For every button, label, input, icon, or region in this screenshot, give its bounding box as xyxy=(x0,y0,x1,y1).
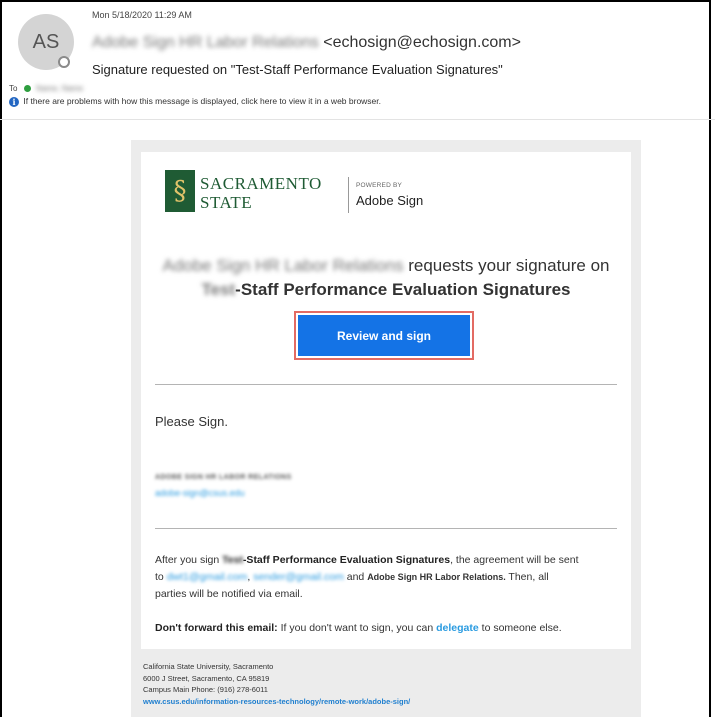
logo-line1: SACRAMENTO xyxy=(200,174,322,193)
signer-name: ADOBE SIGN HR LABOR RELATIONS xyxy=(155,474,292,481)
after-doc-prefix: Test xyxy=(222,554,243,566)
sender-row[interactable]: Adobe Sign HR Labor Relations <echosign@… xyxy=(92,34,521,52)
to-label: To xyxy=(9,84,18,93)
after-text: to xyxy=(155,571,167,583)
doc-rest: -Staff Performance Evaluation Signatures xyxy=(235,280,571,299)
footer-line: Campus Main Phone: (916) 278-6011 xyxy=(143,685,268,694)
logo-divider xyxy=(348,177,349,213)
email-subject: Signature requested on "Test-Staff Perfo… xyxy=(92,62,503,77)
after-text: and xyxy=(343,571,368,583)
email-footer: California State University, Sacramento … xyxy=(143,661,410,707)
message-text: Please Sign. xyxy=(155,414,228,429)
recipient-email-link[interactable]: dwt1@gmail.com xyxy=(167,569,248,586)
forward-text: If you don't want to sign, you can xyxy=(277,622,437,634)
review-and-sign-button[interactable]: Review and sign xyxy=(298,315,470,356)
after-doc-rest: -Staff Performance Evaluation Signatures xyxy=(242,554,451,566)
doc-prefix: Test xyxy=(201,280,236,299)
footer-link[interactable]: www.csus.edu/information-resources-techn… xyxy=(143,696,410,708)
sender-name[interactable]: Adobe Sign HR Labor Relations xyxy=(92,34,319,52)
email-date: Mon 5/18/2020 11:29 AM xyxy=(92,10,192,20)
info-icon: i xyxy=(9,96,19,107)
logo-line2: STATE xyxy=(200,193,253,212)
divider xyxy=(155,384,617,385)
footer-line: 6000 J Street, Sacramento, CA 95819 xyxy=(143,673,270,683)
after-text: parties will be notified via email. xyxy=(155,588,303,600)
header-divider xyxy=(0,119,715,120)
forward-notice: Don't forward this email: If you don't w… xyxy=(155,622,562,634)
sender-email[interactable]: <echosign@echosign.com> xyxy=(323,34,521,51)
recipient-email-link[interactable]: sender@gmail.com xyxy=(253,569,344,586)
delegate-link[interactable]: delegate xyxy=(436,622,479,634)
document-title: Test-Staff Performance Evaluation Signat… xyxy=(141,280,631,300)
sacramento-state-logo-icon: § xyxy=(165,170,195,212)
forward-bold: Don't forward this email: xyxy=(155,622,278,634)
divider xyxy=(155,528,617,529)
footer-line: California State University, Sacramento xyxy=(143,662,274,671)
info-bar[interactable]: i If there are problems with how this me… xyxy=(9,96,381,107)
to-recipient[interactable]: Name, Name xyxy=(36,84,83,93)
recipient-status-icon xyxy=(23,85,31,93)
after-text: After you sign xyxy=(155,554,223,566)
requester-name: Adobe Sign HR Labor Relations xyxy=(162,256,404,275)
after-text: Then, all xyxy=(505,571,549,583)
signer-email-link[interactable]: adobe-sign@csus.edu xyxy=(155,488,245,498)
info-text[interactable]: If there are problems with how this mess… xyxy=(23,96,381,106)
agreement-info: After you sign Test-Staff Performance Ev… xyxy=(155,554,579,600)
powered-by-label: POWERED BY xyxy=(356,182,403,189)
to-row: To Name, Name xyxy=(9,84,83,93)
request-line: Adobe Sign HR Labor Relations requests y… xyxy=(141,256,631,276)
forward-end: to someone else. xyxy=(478,622,562,634)
after-party: Adobe Sign HR Labor Relations. xyxy=(367,572,506,582)
after-text: , the agreement will be sent xyxy=(450,554,579,566)
request-text: requests your signature on xyxy=(408,256,610,275)
adobe-sign-label: Adobe Sign xyxy=(356,193,424,208)
presence-status-icon xyxy=(58,56,70,68)
